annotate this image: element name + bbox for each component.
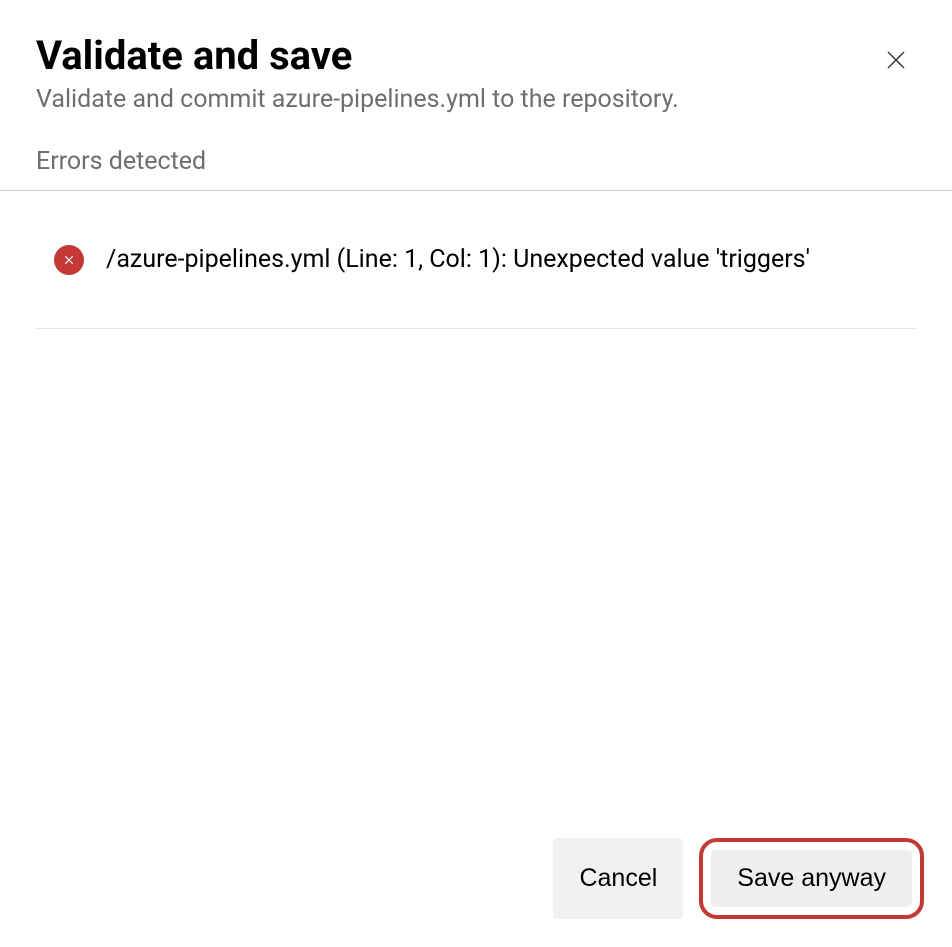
cancel-button[interactable]: Cancel: [553, 838, 683, 919]
error-message: /azure-pipelines.yml (Line: 1, Col: 1): …: [106, 243, 916, 277]
dialog-title: Validate and save: [36, 32, 876, 80]
error-item: /azure-pipelines.yml (Line: 1, Col: 1): …: [36, 191, 916, 330]
save-anyway-button[interactable]: Save anyway: [711, 850, 912, 907]
dialog-footer: Cancel Save anyway: [0, 838, 952, 947]
dialog-header: Validate and save Validate and commit az…: [0, 0, 952, 137]
error-icon: [54, 245, 84, 275]
close-button[interactable]: [876, 40, 916, 80]
spacer: [0, 329, 952, 838]
header-text: Validate and save Validate and commit az…: [36, 32, 876, 117]
dialog-subtitle: Validate and commit azure-pipelines.yml …: [36, 84, 876, 117]
errors-section-header: Errors detected: [0, 137, 952, 191]
close-icon: [884, 48, 908, 72]
error-list: /azure-pipelines.yml (Line: 1, Col: 1): …: [0, 191, 952, 330]
save-button-highlight: Save anyway: [699, 838, 924, 919]
